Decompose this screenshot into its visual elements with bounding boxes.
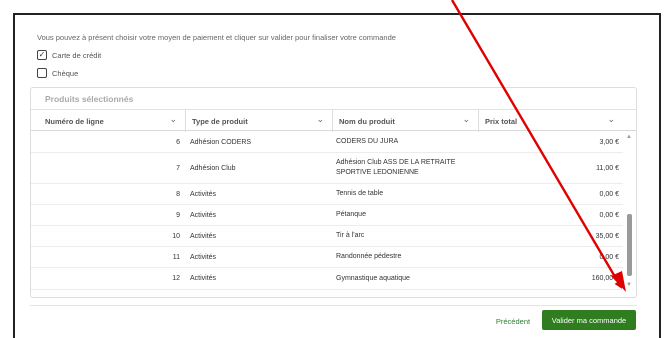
table-row[interactable]: 9 Activités Pétanque 0,00 €: [31, 205, 623, 226]
payment-option-cheque[interactable]: Chèque: [37, 68, 78, 78]
chevron-down-icon[interactable]: ⌄: [462, 114, 470, 125]
previous-button[interactable]: Précédent: [488, 312, 538, 330]
table-row[interactable]: 11 Activités Randonnée pédestre 0,00 €: [31, 247, 623, 268]
table-row[interactable]: 8 Activités Tennis de table 0,00 €: [31, 184, 623, 205]
checkbox-checked-icon[interactable]: ✓: [37, 50, 47, 60]
chevron-down-icon[interactable]: ⌄: [169, 114, 177, 125]
chevron-down-icon[interactable]: ⌄: [316, 114, 324, 125]
table-scrollbar[interactable]: ▲ ▼: [624, 132, 634, 290]
column-header-nom[interactable]: Nom du produit ⌄: [332, 110, 478, 132]
footer-divider: [30, 305, 637, 306]
table-header: Numéro de ligne ⌄ Type de produit ⌄ Nom …: [31, 109, 636, 132]
scroll-down-arrow-icon[interactable]: ▼: [626, 282, 632, 288]
chevron-down-icon[interactable]: ⌄: [607, 114, 615, 125]
intro-text: Vous pouvez à présent choisir votre moye…: [37, 33, 396, 42]
payment-option-label: Carte de crédit: [52, 50, 102, 60]
table-row[interactable]: 12 Activités Gymnastique aquatique 160,0…: [31, 268, 623, 290]
checkbox-empty-icon[interactable]: [37, 68, 47, 78]
column-header-prix[interactable]: Prix total ⌄: [478, 110, 623, 132]
column-header-numero[interactable]: Numéro de ligne ⌄: [45, 110, 185, 132]
table-body: 6 Adhésion CODERS CODERS DU JURA 3,00 € …: [31, 132, 623, 292]
payment-option-label: Chèque: [52, 68, 79, 78]
selected-products-panel: Produits sélectionnés Numéro de ligne ⌄ …: [30, 87, 637, 298]
payment-option-credit-card[interactable]: ✓ Carte de crédit: [37, 50, 101, 60]
table-row[interactable]: 10 Activités Tir à l'arc 35,00 €: [31, 226, 623, 247]
validate-order-button[interactable]: Valider ma commande: [542, 310, 636, 330]
table-row[interactable]: 6 Adhésion CODERS CODERS DU JURA 3,00 €: [31, 132, 623, 153]
table-row[interactable]: 7 Adhésion Club Adhésion Club ASS DE LA …: [31, 153, 623, 184]
panel-title: Produits sélectionnés: [45, 94, 134, 104]
column-header-type[interactable]: Type de produit ⌄: [185, 110, 332, 132]
scroll-up-arrow-icon[interactable]: ▲: [626, 134, 632, 140]
scrollbar-thumb[interactable]: [627, 214, 632, 276]
